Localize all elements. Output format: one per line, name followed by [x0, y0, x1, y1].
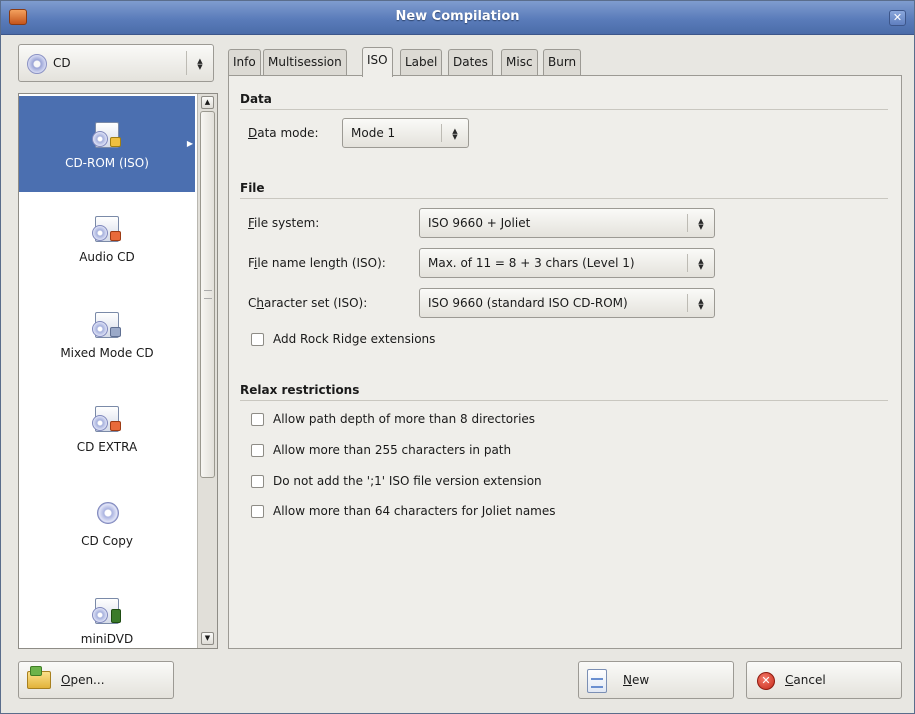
cancel-button-label: Cancel — [785, 673, 826, 687]
file-section-title: File — [240, 181, 265, 195]
list-item-label: CD Copy — [81, 534, 133, 548]
tab-multisession[interactable]: Multisession — [263, 49, 347, 75]
open-folder-icon — [27, 666, 51, 689]
checkbox-box[interactable] — [251, 475, 264, 488]
joliet-names-label: Allow more than 64 characters for Joliet… — [273, 504, 556, 518]
scroll-up-button[interactable]: ▲ — [201, 96, 214, 109]
file-name-length-value: Max. of 11 = 8 + 3 chars (Level 1) — [428, 256, 635, 270]
relax-section-divider — [240, 400, 888, 401]
combo-arrows-icon: ▲ ▼ — [698, 297, 704, 311]
close-button[interactable]: ✕ — [889, 10, 906, 26]
file-name-length-combo[interactable]: Max. of 11 = 8 + 3 chars (Level 1) ▲ ▼ — [419, 248, 715, 278]
scroll-thumb[interactable] — [200, 111, 215, 478]
data-section-title: Data — [240, 92, 272, 106]
tab-iso[interactable]: ISO — [362, 47, 393, 77]
list-item-audio-cd[interactable]: Audio CD — [19, 192, 195, 288]
checkbox-box[interactable] — [251, 505, 264, 518]
cd-copy-icon — [97, 502, 119, 524]
tab-dates[interactable]: Dates — [448, 49, 493, 75]
new-compilation-window: New Compilation ✕ CD ▲ ▼ CD-ROM (ISO) ▶ A… — [0, 0, 915, 714]
character-set-value: ISO 9660 (standard ISO CD-ROM) — [428, 296, 628, 310]
cancel-icon: ✕ — [757, 672, 775, 690]
new-button-label: New — [623, 673, 650, 687]
list-item-label: CD-ROM (ISO) — [65, 156, 149, 170]
tab-info[interactable]: Info — [228, 49, 261, 75]
checkbox-box[interactable] — [251, 444, 264, 457]
tab-label[interactable]: Label — [400, 49, 443, 75]
cd-extra-icon — [92, 406, 121, 432]
file-section-divider — [240, 198, 888, 199]
open-button-label: Open... — [61, 673, 105, 687]
source-type-value: CD — [53, 56, 71, 70]
new-document-icon — [587, 669, 607, 693]
list-item-minidvd[interactable]: miniDVD — [19, 576, 195, 672]
open-button[interactable]: Open... — [18, 661, 174, 699]
file-name-length-label: File name length (ISO): — [248, 256, 386, 270]
list-item-mixed-mode-cd[interactable]: Mixed Mode CD — [19, 288, 195, 384]
project-type-list[interactable]: CD-ROM (ISO) ▶ Audio CD Mixed Mode CD CD… — [18, 93, 218, 649]
list-item-label: Mixed Mode CD — [60, 346, 154, 360]
tab-burn[interactable]: Burn — [543, 49, 582, 75]
character-set-label: Character set (ISO): — [248, 296, 368, 310]
combo-arrows-icon: ▲ ▼ — [698, 217, 704, 231]
iso-settings-page: Data Data mode: Mode 1 ▲ ▼ File File syst… — [228, 75, 902, 649]
checkbox-box[interactable] — [251, 333, 264, 346]
tab-misc[interactable]: Misc — [501, 49, 538, 75]
new-button[interactable]: New — [578, 661, 734, 699]
file-system-value: ISO 9660 + Joliet — [428, 216, 531, 230]
list-item-label: Audio CD — [79, 250, 135, 264]
list-item-label: miniDVD — [80, 632, 134, 646]
checkbox-box[interactable] — [251, 413, 264, 426]
scroll-down-button[interactable]: ▼ — [201, 632, 214, 645]
combo-arrows-icon: ▲ ▼ — [698, 257, 704, 271]
list-scrollbar[interactable]: ▲ ▼ — [197, 94, 217, 648]
combo-separator — [186, 51, 187, 75]
file-system-label: File system: — [248, 216, 320, 230]
audio-cd-icon — [92, 216, 121, 242]
rock-ridge-label: Add Rock Ridge extensions — [273, 332, 436, 346]
file-system-combo[interactable]: ISO 9660 + Joliet ▲ ▼ — [419, 208, 715, 238]
data-section-divider — [240, 109, 888, 110]
cancel-button[interactable]: ✕ Cancel — [746, 661, 902, 699]
character-set-combo[interactable]: ISO 9660 (standard ISO CD-ROM) ▲ ▼ — [419, 288, 715, 318]
list-item-cd-copy[interactable]: CD Copy — [19, 480, 195, 576]
data-mode-value: Mode 1 — [351, 126, 396, 140]
relax-section-title: Relax restrictions — [240, 383, 360, 397]
cd-icon — [27, 54, 47, 74]
cd-rom-iso-icon — [92, 122, 121, 148]
path-length-label: Allow more than 255 characters in path — [273, 443, 512, 457]
list-item-cd-extra[interactable]: CD EXTRA — [19, 384, 195, 480]
data-mode-combo[interactable]: Mode 1 ▲ ▼ — [342, 118, 469, 148]
source-type-combo[interactable]: CD ▲ ▼ — [18, 44, 214, 82]
expander-arrow-icon: ▶ — [186, 139, 193, 148]
version-extension-label: Do not add the ';1' ISO file version ext… — [273, 474, 542, 488]
path-depth-label: Allow path depth of more than 8 director… — [273, 412, 536, 426]
list-item-label: CD EXTRA — [76, 440, 138, 454]
combo-arrows-icon: ▲ ▼ — [452, 127, 458, 141]
title-bar[interactable]: New Compilation ✕ — [1, 1, 914, 35]
list-item-cd-rom-iso[interactable]: CD-ROM (ISO) ▶ — [19, 96, 195, 192]
minidvd-icon — [92, 598, 121, 624]
data-mode-label: Data mode: — [248, 126, 319, 140]
combo-arrows-icon: ▲ ▼ — [197, 57, 203, 71]
window-title: New Compilation — [395, 9, 520, 24]
mixed-mode-cd-icon — [92, 312, 121, 338]
